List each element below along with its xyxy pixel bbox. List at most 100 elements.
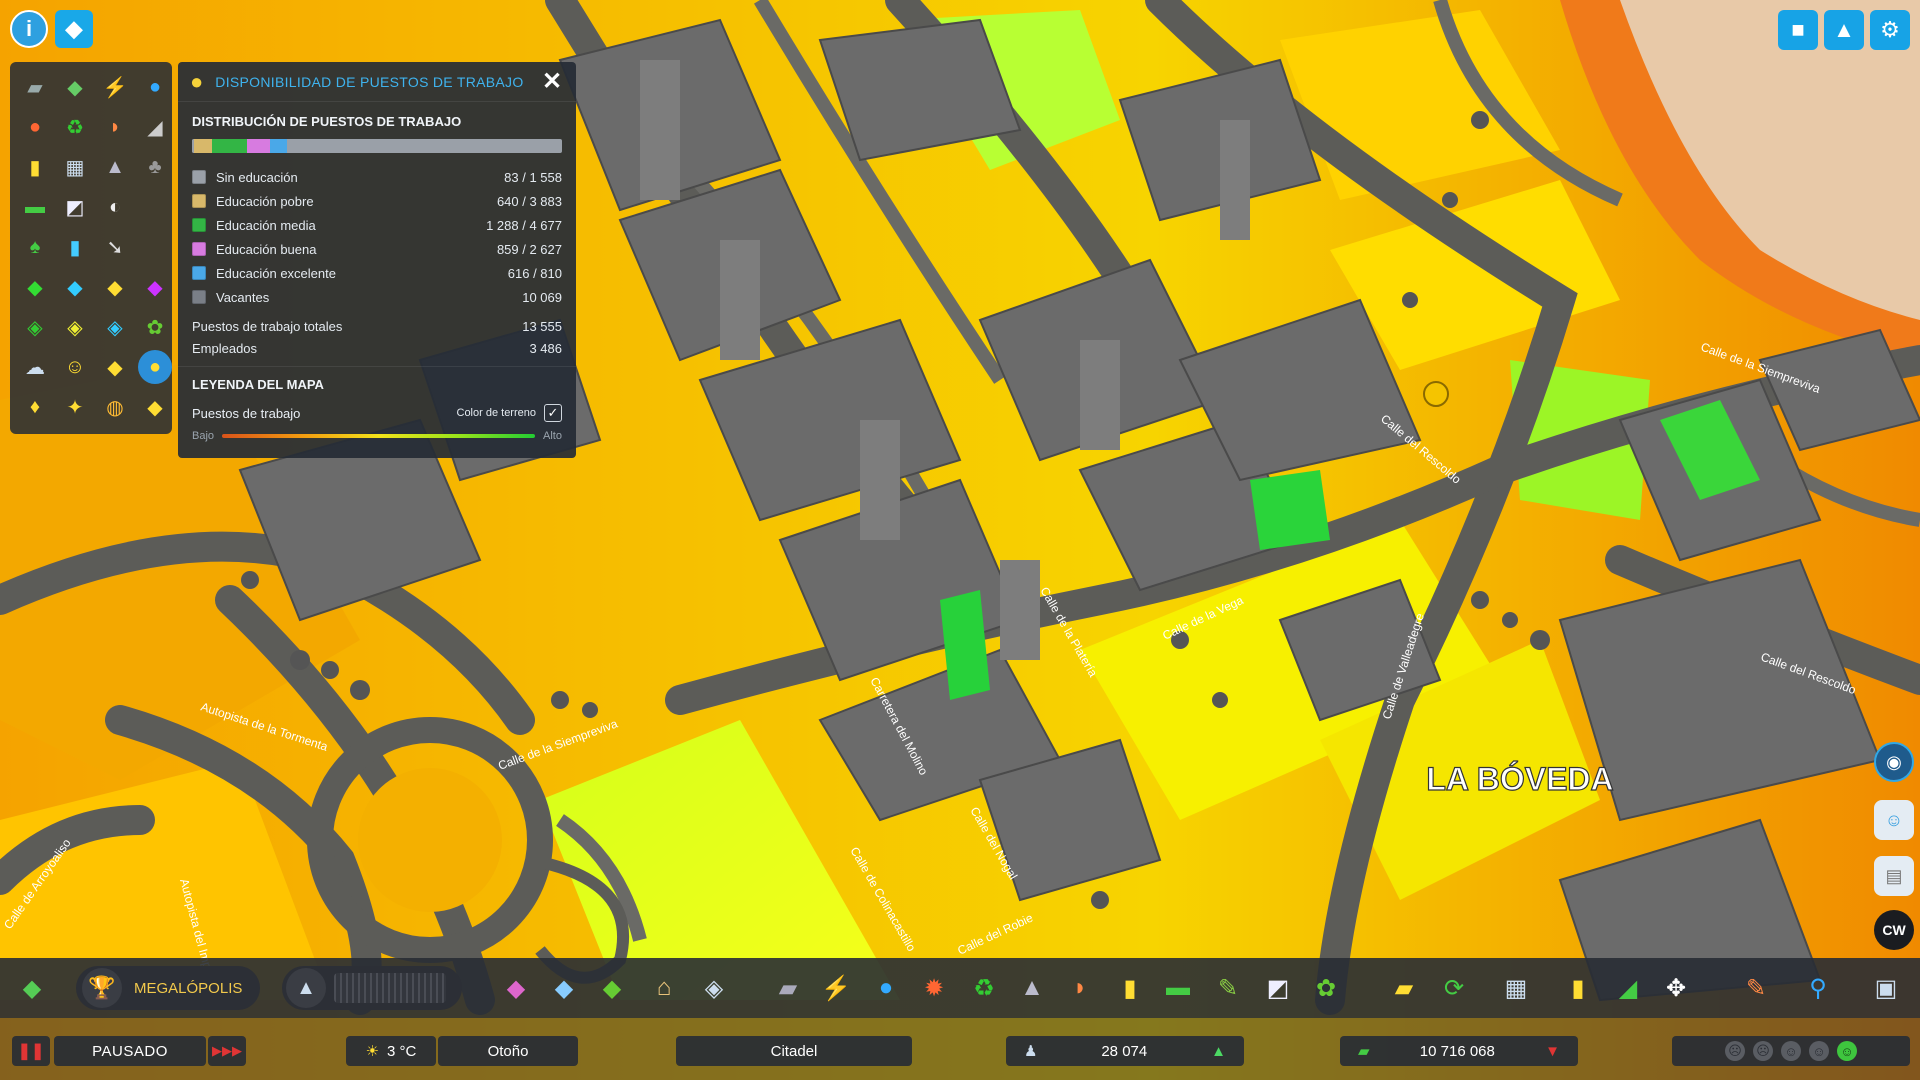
terrain-color-toggle[interactable]: Color de terreno ✓ [457, 404, 562, 422]
cargo-tool-icon[interactable]: ✿ [1308, 970, 1344, 1006]
commercial-infoview-icon[interactable]: ◆ [98, 270, 132, 304]
zoning-infoview-icon[interactable]: ◆ [18, 270, 52, 304]
list-item: Educación excelente 616 / 810 [178, 261, 576, 285]
terrain-infoview-icon[interactable]: ◆ [138, 390, 172, 424]
noise-infoview-icon[interactable]: ◍ [98, 390, 132, 424]
legend-low-label: Bajo [192, 430, 215, 442]
police-infoview-icon[interactable]: ▮ [18, 150, 52, 184]
upgrade-tool-icon[interactable]: ⟳ [1436, 970, 1472, 1006]
agriculture-infoview-icon[interactable]: ◈ [98, 310, 132, 344]
forestry-infoview-icon[interactable]: ✿ [138, 310, 172, 344]
legend-scale: Bajo Alto [192, 430, 562, 442]
weather-widget[interactable]: ☀ 3 °C [346, 1036, 436, 1066]
area-tool-icon[interactable]: ◢ [1610, 970, 1646, 1006]
education-infoview-icon[interactable]: ▲ [98, 150, 132, 184]
total-jobs-row: Puestos de trabajo totales 13 555 [178, 315, 576, 337]
garbage-infoview-icon[interactable]: ♻ [58, 110, 92, 144]
population-infoview-icon[interactable]: ▮ [58, 230, 92, 264]
list-item: Sin educación 83 / 1 558 [178, 165, 576, 189]
parks-infoview-icon[interactable]: ♠ [18, 230, 52, 264]
pollution-infoview-icon[interactable]: ◢ [138, 110, 172, 144]
notes-icon[interactable]: ▤ [1874, 856, 1914, 896]
education-tool-icon[interactable]: ▲ [1014, 970, 1050, 1006]
happiness-widget[interactable]: ☹ ☹ ☺ ☺ ☺ [1672, 1036, 1910, 1066]
milestone-button[interactable]: 🏆 MEGALÓPOLIS [76, 966, 260, 1010]
progress-button[interactable]: ▲ [282, 966, 462, 1010]
office-infoview-icon[interactable]: ◆ [98, 350, 132, 384]
water-tool-icon[interactable]: ● [868, 970, 904, 1006]
health-tool-icon[interactable]: ◗ [1062, 970, 1098, 1006]
fire-infoview-icon[interactable]: ● [18, 110, 52, 144]
infoview-menu: ▰ ◆ ⚡ ● ● ♻ ◗ ◢ ▮ ▦ ▲ ♣ ▬ ◩ ◐ ♠ ▮ ➘ ◆ ◆ … [10, 62, 172, 434]
areas-tool-icon[interactable]: ◆ [546, 970, 582, 1006]
distribution-segment [211, 139, 247, 153]
workplaces-infoview-icon[interactable]: ● [138, 350, 172, 384]
resources-infoview-icon[interactable]: ◈ [18, 310, 52, 344]
water-zoning-infoview-icon[interactable]: ◆ [58, 270, 92, 304]
land-value-infoview-icon[interactable]: ◆ [58, 70, 92, 104]
water-infoview-icon[interactable]: ● [138, 70, 172, 104]
fire-tool-icon[interactable]: ✹ [916, 970, 952, 1006]
search-icon[interactable]: ⚲ [1800, 970, 1836, 1006]
cw-logo-icon[interactable]: CW [1874, 910, 1914, 950]
row-value: 859 / 2 627 [496, 241, 562, 257]
health-infoview-icon[interactable]: ◗ [98, 110, 132, 144]
bulldozer-icon[interactable]: ▰ [1386, 970, 1422, 1006]
close-icon[interactable]: ✕ [540, 67, 564, 96]
landscaping-brush-icon[interactable]: ✎ [1210, 970, 1246, 1006]
happiness-infoview-icon[interactable]: ☺ [58, 350, 92, 384]
trees-infoview-icon[interactable]: ♣ [138, 150, 172, 184]
transport-infoview-icon[interactable]: ▬ [18, 190, 52, 224]
divider [178, 359, 576, 367]
legend-swatch [192, 194, 206, 208]
pause-status[interactable]: PAUSADO [54, 1036, 206, 1066]
tutorial-icon[interactable]: ▲ [1824, 10, 1864, 50]
pause-icon[interactable]: ❚❚ [12, 1036, 50, 1066]
telecom-infoview-icon[interactable]: ◐ [98, 190, 132, 224]
distribution-segment [270, 139, 288, 153]
speed-icon[interactable]: ▶▶▶ [208, 1036, 246, 1066]
pencil-icon[interactable]: ✎ [1738, 970, 1774, 1006]
zoning-tool-icon[interactable]: ◆ [14, 970, 50, 1006]
move-tool-icon[interactable]: ✥ [1658, 970, 1694, 1006]
legend-swatch [192, 170, 206, 184]
electricity-tool-icon[interactable]: ⚡ [818, 970, 854, 1006]
landmarks-infoview-icon[interactable]: ✦ [58, 390, 92, 424]
landscaping-tool-icon[interactable]: ◆ [594, 970, 630, 1006]
parks-tool-icon[interactable]: ◈ [696, 970, 732, 1006]
industry-infoview-icon[interactable]: ◈ [58, 310, 92, 344]
mail-infoview-icon[interactable]: ◩ [58, 190, 92, 224]
gear-icon[interactable]: ⚙ [1870, 10, 1910, 50]
signature-buildings-icon[interactable]: ⌂ [646, 970, 682, 1006]
distribution-bar [192, 139, 562, 153]
transport-tool-icon[interactable]: ▬ [1160, 970, 1196, 1006]
season-label: Otoño [438, 1036, 578, 1066]
power-marker-icon[interactable] [1423, 381, 1449, 407]
camera-icon[interactable]: ■ [1778, 10, 1818, 50]
leisure-infoview-icon[interactable]: ◆ [138, 270, 172, 304]
citizen-icon[interactable]: ☺ [1874, 800, 1914, 840]
economy-icon[interactable]: ▮ [1560, 970, 1596, 1006]
roads-infoview-icon[interactable]: ▰ [18, 70, 52, 104]
buildings-infoview-icon[interactable]: ▦ [58, 150, 92, 184]
garbage-tool-icon[interactable]: ♻ [966, 970, 1002, 1006]
police-tool-icon[interactable]: ▮ [1112, 970, 1148, 1006]
wind-infoview-icon[interactable]: ☁ [18, 350, 52, 384]
total-jobs-value: 13 555 [522, 318, 562, 334]
traffic-infoview-icon[interactable]: ➘ [98, 230, 132, 264]
city-name[interactable]: Citadel [676, 1036, 912, 1066]
tourism-infoview-icon[interactable]: ♦ [18, 390, 52, 424]
chirper-icon[interactable]: ◉ [1874, 742, 1914, 782]
population-widget[interactable]: ♟ 28 074 ▲ [1006, 1036, 1244, 1066]
electricity-infoview-icon[interactable]: ⚡ [98, 70, 132, 104]
mail-tool-icon[interactable]: ◩ [1260, 970, 1296, 1006]
infoview-toggle-icon[interactable]: ◆ [55, 10, 93, 48]
terrain-color-checkbox[interactable]: ✓ [544, 404, 562, 422]
distribution-title: DISTRIBUCIÓN DE PUESTOS DE TRABAJO [192, 114, 462, 129]
zones-tool-icon[interactable]: ◆ [498, 970, 534, 1006]
map-tiles-icon[interactable]: ▦ [1498, 970, 1534, 1006]
roads-tool-icon[interactable]: ▰ [770, 970, 806, 1006]
info-icon[interactable]: i [10, 10, 48, 48]
money-widget[interactable]: ▰ 10 716 068 ▼ [1340, 1036, 1578, 1066]
photo-mode-icon[interactable]: ▣ [1868, 970, 1904, 1006]
